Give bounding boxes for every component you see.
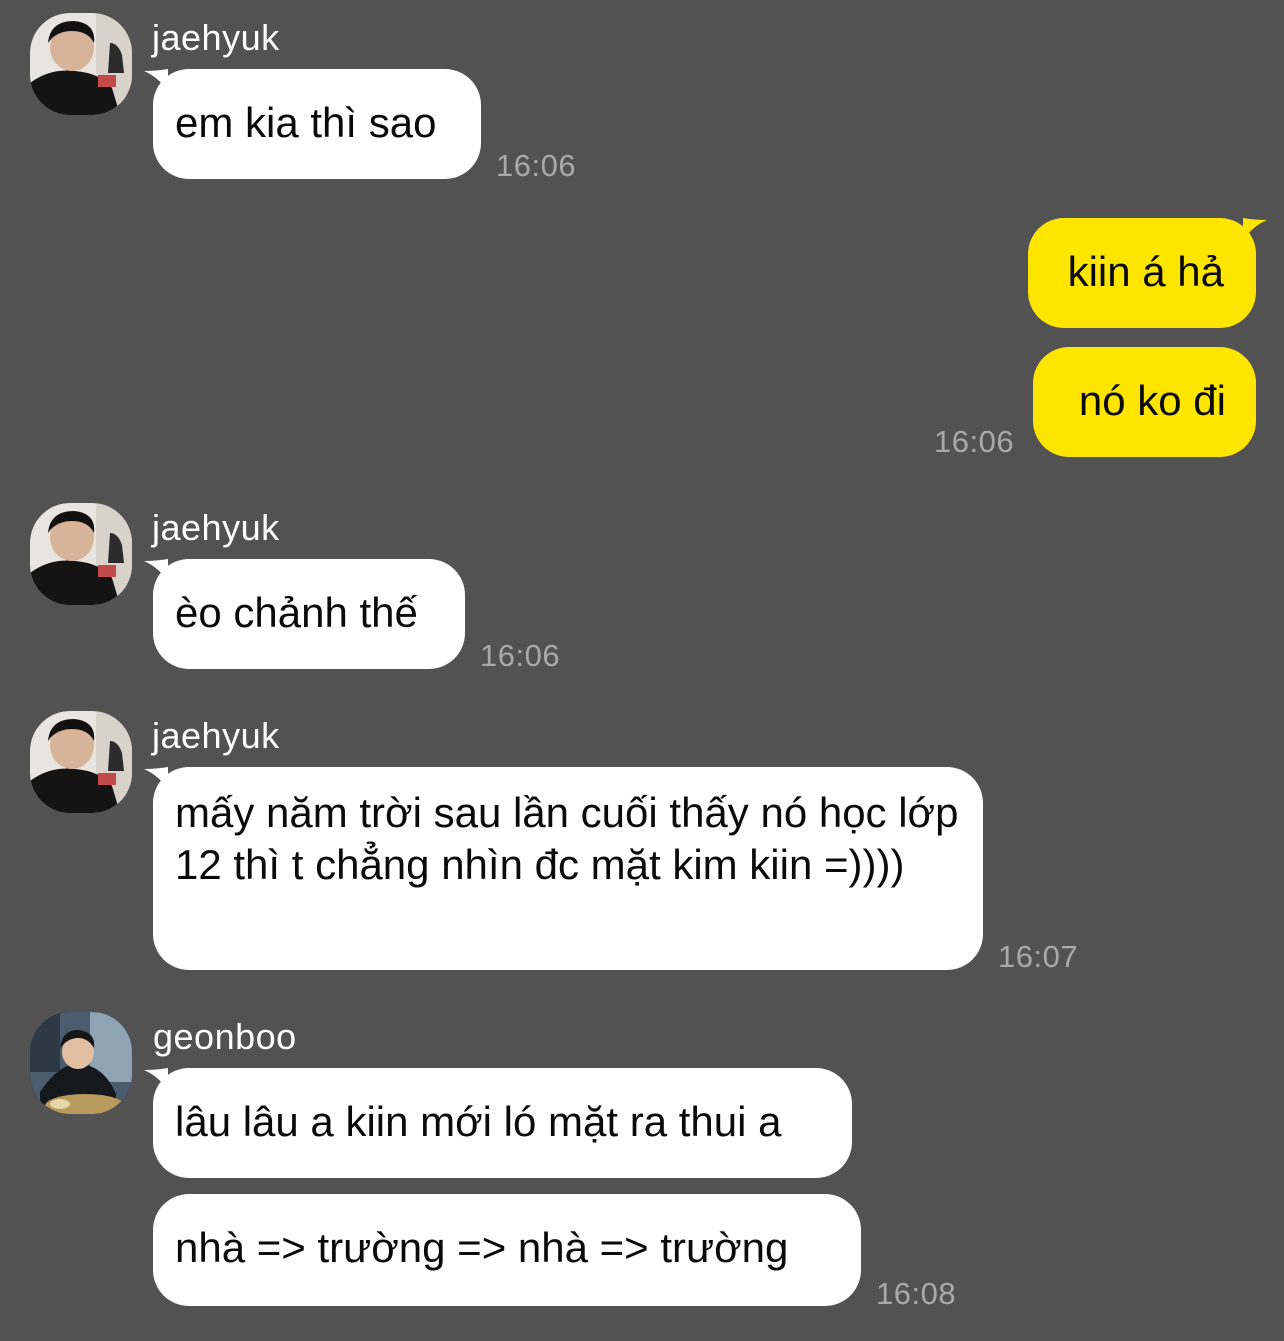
jaehyuk-avatar-icon: [30, 13, 132, 115]
bubble-tail: [1243, 218, 1267, 240]
message-timestamp: 16:06: [934, 424, 1015, 459]
avatar-jaehyuk[interactable]: [30, 711, 132, 813]
message-timestamp: 16:07: [998, 939, 1079, 974]
outgoing-message-bubble[interactable]: kiin á hả: [1028, 218, 1256, 328]
outgoing-message-bubble[interactable]: nó ko đi: [1033, 347, 1256, 457]
message-bubble[interactable]: nhà => trường => nhà => trường: [153, 1194, 861, 1306]
sender-name: jaehyuk: [152, 715, 280, 756]
message-timestamp: 16:06: [496, 148, 577, 183]
avatar-geonboo[interactable]: [30, 1012, 132, 1114]
sender-name: jaehyuk: [152, 507, 280, 548]
message-timestamp: 16:06: [480, 638, 561, 673]
sender-name: jaehyuk: [152, 17, 280, 58]
avatar-jaehyuk[interactable]: [30, 13, 132, 115]
message-bubble[interactable]: lâu lâu a kiin mới ló mặt ra thui a: [153, 1068, 852, 1178]
geonboo-avatar-icon: [30, 1012, 132, 1114]
avatar-jaehyuk[interactable]: [30, 503, 132, 605]
message-bubble[interactable]: em kia thì sao: [153, 69, 481, 179]
message-bubble[interactable]: mấy năm trời sau lần cuối thấy nó học lớ…: [153, 767, 983, 970]
message-timestamp: 16:08: [876, 1276, 957, 1311]
jaehyuk-avatar-icon: [30, 711, 132, 813]
jaehyuk-avatar-icon: [30, 503, 132, 605]
sender-name: geonboo: [153, 1016, 297, 1057]
message-bubble[interactable]: èo chảnh thế: [153, 559, 465, 669]
